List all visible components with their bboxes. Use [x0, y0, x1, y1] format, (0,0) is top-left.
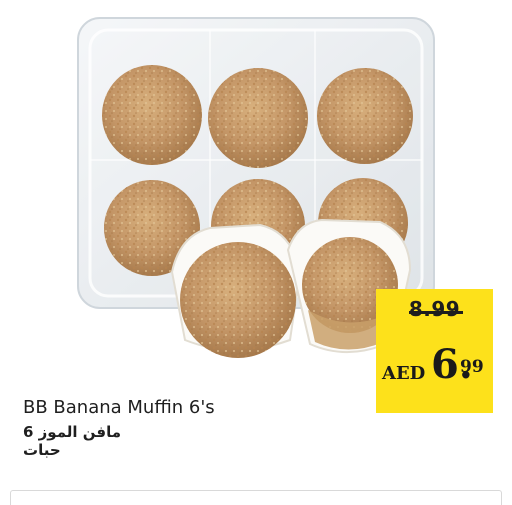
product-name-en: BB Banana Muffin 6's — [23, 397, 215, 418]
price-tag: 8.99 AED 6. 99 — [376, 289, 493, 413]
price-cents: 99 — [460, 357, 484, 377]
wrapped-muffin-icon — [170, 223, 302, 358]
product-name-ar: مافن الموز 6 حبات — [23, 423, 121, 459]
strikethrough-line — [409, 311, 463, 314]
new-price: AED 6. 99 — [376, 341, 493, 391]
old-price: 8.99 — [408, 297, 461, 321]
muffin-icon — [102, 65, 202, 165]
currency-label: AED — [382, 363, 426, 384]
muffin-icon — [317, 68, 413, 164]
product-card[interactable]: 8.99 AED 6. 99 BB Banana Muffin 6's مافن… — [0, 0, 512, 505]
next-card-edge — [10, 490, 502, 505]
muffin-icon — [208, 68, 308, 168]
